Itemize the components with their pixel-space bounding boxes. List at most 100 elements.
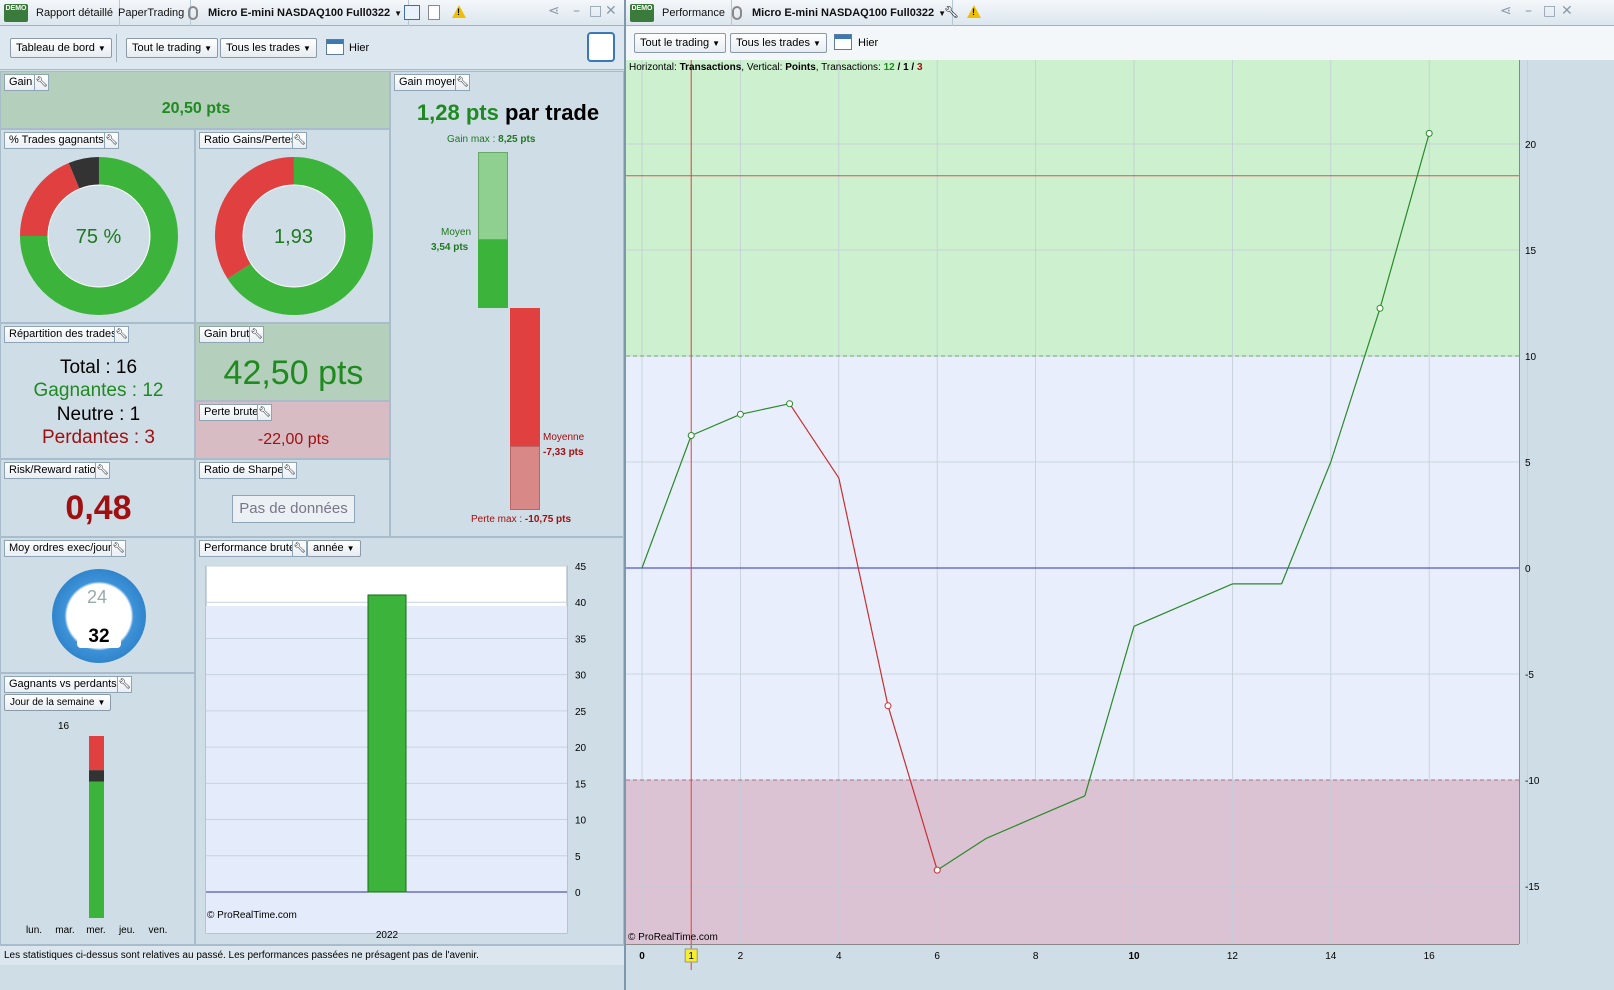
repartition-panel: Répartition des trades 🔧︎ Total : 16 Gag… (0, 323, 195, 459)
tab-rapport[interactable]: Rapport détaillé (30, 0, 121, 26)
trades-dropdown[interactable]: Tous les trades ▼ (730, 33, 827, 53)
chart-info: Horizontal: Transactions, Vertical: Poin… (629, 62, 923, 73)
perf-brute-panel: Performance brute 🔧︎ année ▼ 0 5 10 15 20 25 30… (195, 537, 624, 945)
data-point (736, 410, 744, 418)
wrench-icon[interactable]: 🔧︎ (95, 462, 110, 479)
trades-dropdown[interactable]: Tous les trades ▼ (220, 38, 317, 58)
warning-icon[interactable]: ! (967, 5, 981, 18)
scope-dropdown[interactable]: Tout le trading ▼ (126, 38, 219, 58)
gain-panel: Gain 🔧︎ 20,50 pts (0, 71, 390, 129)
panel-title: Répartition des trades (4, 326, 122, 343)
panel-title: Gagnants vs perdants (4, 676, 122, 693)
wrench-icon[interactable]: 🔧︎ (34, 74, 49, 91)
close-icon[interactable]: ✕ (605, 3, 617, 19)
tab-account[interactable]: PaperTrading (112, 0, 192, 26)
gain-avg-bar (478, 240, 508, 308)
loss-zone (626, 780, 1519, 944)
x-tick-label: 2 (738, 951, 744, 962)
win-rate-value: 75 % (75, 226, 122, 248)
perte-max-label: Perte max : -10,75 pts (471, 514, 572, 525)
wrench-icon[interactable]: 🔧︎ (292, 132, 307, 149)
y-tick-label: 0 (1525, 564, 1531, 575)
share-icon[interactable]: ⋖ (1500, 3, 1512, 19)
data-point (1425, 129, 1433, 137)
y-tick-label: 20 (575, 743, 587, 754)
x-tick-label: 6 (934, 951, 940, 962)
weekday-chart: lun. mar. mer. jeu. ven. (26, 736, 168, 936)
copy-icon[interactable] (428, 5, 440, 20)
y-tick-label: 15 (1525, 246, 1537, 257)
period-label[interactable]: Hier (858, 37, 878, 49)
minimize-icon[interactable]: – (573, 3, 580, 19)
maximize-icon[interactable]: □ (1543, 3, 1556, 19)
warning-icon[interactable]: ! (452, 5, 466, 18)
perte-brute-panel: Perte brute 🔧︎ -22,00 pts (195, 401, 390, 459)
close-icon[interactable]: ✕ (1561, 3, 1573, 19)
wrench-icon[interactable]: 🔧︎ (114, 326, 129, 343)
sharpe-panel: Ratio de Sharpe 🔧︎ Pas de données (195, 459, 390, 537)
y-tick-label: 5 (575, 852, 581, 863)
minimize-icon[interactable]: – (1525, 3, 1532, 19)
tab-performance[interactable]: Performance (656, 0, 732, 26)
x-tick-label: 4 (836, 951, 842, 962)
calendar-icon[interactable] (326, 39, 344, 55)
y-tick-label: 5 (1525, 458, 1531, 469)
calendar-icon[interactable] (834, 34, 852, 50)
clock-icon (52, 569, 146, 663)
report-settings-icon[interactable] (587, 32, 615, 62)
period-dropdown[interactable]: année ▼ (307, 540, 361, 557)
maximize-icon[interactable]: □ (589, 3, 602, 19)
chart-icon[interactable] (404, 5, 420, 20)
day-label: lun. (26, 925, 42, 936)
performance-line-chart: -15 -10 -5 0 5 10 15 20 0 2 4 6 8 10 12 14 16 1 (626, 60, 1540, 970)
ratio-value: 1,93 (274, 226, 313, 248)
wrench-icon[interactable]: 🔧︎ (455, 74, 470, 91)
y-tick-label: -5 (1525, 670, 1534, 681)
neutral-segment (89, 770, 104, 782)
avg-gain-headline: 1,28 pts par trade (416, 100, 600, 125)
link-icon[interactable] (732, 6, 742, 20)
panel-title: Performance brute (199, 540, 301, 557)
day-label: ven. (149, 925, 168, 936)
wrench-icon[interactable]: 🔧︎ (111, 540, 126, 557)
panel-title: Ratio de Sharpe (199, 462, 289, 479)
y-tick-label: -10 (1525, 776, 1540, 787)
data-point (786, 400, 794, 408)
moyen-label: Moyen (441, 227, 472, 238)
wrench-icon[interactable]: 🔧︎ (282, 462, 297, 479)
wrench-icon[interactable]: 🔧︎ (117, 676, 132, 693)
win-segment (89, 781, 104, 918)
moyenne-value: -7,33 pts (543, 447, 584, 458)
y-tick-label: 40 (575, 598, 587, 609)
loss-segment (89, 736, 104, 771)
period-label[interactable]: Hier (349, 42, 369, 54)
dashboard-dropdown[interactable]: Tableau de bord ▼ (10, 38, 112, 58)
data-point (884, 702, 892, 710)
wrench-icon[interactable]: 🔧︎ (104, 132, 119, 149)
scope-dropdown[interactable]: Tout le trading ▼ (634, 33, 727, 53)
panel-title: % Trades gagnants (4, 132, 109, 149)
y-axis (1519, 60, 1520, 944)
wrench-icon[interactable]: 🔧︎ (292, 540, 307, 557)
link-icon[interactable] (188, 6, 198, 20)
weekday-selector[interactable]: Jour de la semaine ▼ (4, 694, 112, 711)
watermark: © ProRealTime.com (628, 932, 718, 943)
no-data-button[interactable]: Pas de données (232, 495, 355, 523)
wrench-icon[interactable]: 🔧︎ (249, 326, 264, 343)
loss-avg-bar (510, 308, 540, 446)
instrument-selector[interactable]: Micro E-mini NASDAQ100 Full0322 ▼ (202, 0, 410, 26)
profit-zone (626, 60, 1519, 356)
instrument-selector[interactable]: Micro E-mini NASDAQ100 Full0322 ▼ (746, 0, 954, 26)
risk-reward-panel: Risk/Reward ratio 🔧︎ 0,48 (0, 459, 195, 537)
pct-trades-panel: % Trades gagnants 🔧︎ 75 % (0, 129, 195, 323)
yearly-bar-chart: 0 5 10 15 20 25 30 35 40 45 2022 (205, 562, 587, 941)
panel-title: Gain brut (199, 326, 255, 343)
y-tick-label: 35 (575, 634, 587, 645)
wrench-icon[interactable]: 🔧︎ (257, 404, 272, 421)
wrench-icon[interactable]: 🔧︎ (944, 5, 959, 19)
y-tick-label: 10 (575, 816, 587, 827)
toolbar-divider (116, 34, 117, 62)
x-tick-label: 14 (1325, 951, 1337, 962)
share-icon[interactable]: ⋖ (548, 3, 560, 19)
watermark: © ProRealTime.com (207, 910, 297, 921)
